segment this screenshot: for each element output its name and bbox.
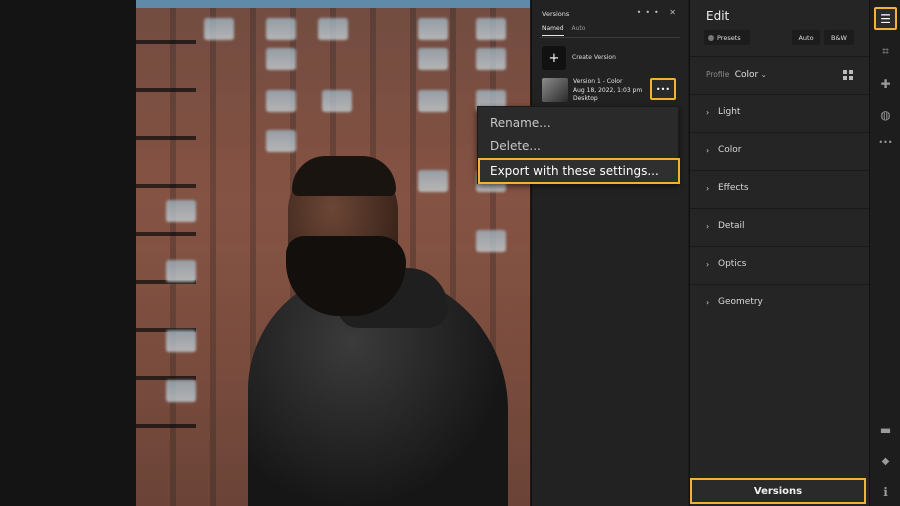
comment-icon[interactable]: ▬ (874, 418, 897, 441)
building-window (166, 330, 196, 352)
section-label: Optics (718, 259, 747, 269)
bw-button[interactable]: B&W (824, 30, 854, 45)
left-gutter (0, 0, 136, 506)
section-geometry[interactable]: › Geometry (690, 284, 870, 322)
version-context-menu: Rename... Delete... Export with these se… (477, 106, 680, 184)
menu-item-export-with-settings[interactable]: Export with these settings... (478, 158, 680, 184)
version-name: Version 1 - Color (573, 78, 623, 85)
info-icon[interactable]: ℹ (874, 480, 897, 503)
version-date: Aug 18, 2022, 1:03 pm (573, 86, 643, 94)
versions-panel: Versions ••• ✕ Named Auto + Create Versi… (531, 0, 688, 506)
section-optics[interactable]: › Optics (690, 246, 870, 284)
create-version-button[interactable]: + (542, 46, 566, 70)
version-thumbnail[interactable] (542, 78, 568, 102)
chevron-right-icon: › (706, 108, 710, 117)
building-window (476, 18, 506, 40)
building-window (166, 260, 196, 282)
building-window (322, 90, 352, 112)
edit-divider (690, 56, 869, 57)
building-window (166, 380, 196, 402)
presets-icon (708, 34, 714, 41)
auto-button[interactable]: Auto (792, 30, 820, 45)
versions-button[interactable]: Versions (690, 478, 866, 504)
menu-item-rename[interactable]: Rename... (490, 116, 551, 130)
building-window (204, 18, 234, 40)
chevron-right-icon: › (706, 260, 710, 269)
building-window (318, 18, 348, 40)
building-window (266, 18, 296, 40)
tab-auto[interactable]: Auto (572, 25, 586, 36)
chevron-right-icon: › (706, 184, 710, 193)
section-effects[interactable]: › Effects (690, 170, 870, 208)
profile-value: Color (734, 70, 759, 80)
versions-panel-title: Versions (542, 10, 570, 18)
tab-named[interactable]: Named (542, 25, 564, 36)
section-detail[interactable]: › Detail (690, 208, 870, 246)
section-label: Effects (718, 183, 749, 193)
version-more-button[interactable]: ••• (650, 78, 676, 100)
masking-icon[interactable]: ◍ (874, 103, 897, 126)
presets-label: Presets (717, 33, 741, 42)
create-version-label[interactable]: Create Version (572, 54, 616, 61)
building-window (166, 200, 196, 222)
section-label: Geometry (718, 297, 763, 307)
sky-strip (136, 0, 530, 8)
section-label: Light (718, 107, 741, 117)
photo-canvas[interactable] (136, 0, 530, 506)
subject-hair (292, 156, 396, 196)
building-window (266, 90, 296, 112)
edit-sliders-icon[interactable]: ☰ (874, 7, 897, 30)
chevron-down-icon: ⌄ (760, 70, 767, 79)
menu-item-delete[interactable]: Delete... (490, 139, 541, 153)
healing-bandage-icon[interactable]: ✚ (874, 72, 897, 95)
plus-icon: + (548, 50, 560, 66)
chevron-right-icon: › (706, 298, 710, 307)
version-item[interactable]: Version 1 - Color Aug 18, 2022, 1:03 pm … (573, 78, 642, 104)
section-label: Detail (718, 221, 745, 231)
versions-divider (540, 37, 680, 38)
chevron-right-icon: › (706, 222, 710, 231)
versions-tabs: Named Auto (542, 25, 585, 36)
section-color[interactable]: › Color (690, 132, 870, 170)
building-window (476, 48, 506, 70)
portrait-subject (228, 150, 528, 506)
building-window (418, 18, 448, 40)
presets-button[interactable]: Presets (704, 30, 750, 45)
profile-label: Profile (706, 70, 730, 79)
profile-selector[interactable]: Profile Color ⌄ (706, 70, 767, 80)
building-window (266, 130, 296, 152)
more-horizontal-icon: ••• (655, 84, 671, 94)
section-light[interactable]: › Light (690, 94, 870, 132)
edit-panel-title: Edit (706, 9, 730, 23)
versions-panel-header-icons[interactable]: ••• ✕ (637, 8, 680, 17)
more-icon[interactable]: ••• (874, 131, 897, 154)
profile-browser-icon[interactable] (843, 70, 853, 80)
version-source: Desktop (573, 95, 598, 102)
crop-icon[interactable]: ⌗ (874, 40, 897, 63)
building-window (418, 48, 448, 70)
section-label: Color (718, 145, 742, 155)
edit-panel: Edit Presets Auto B&W Profile Color ⌄ › … (689, 0, 870, 506)
chevron-right-icon: › (706, 146, 710, 155)
tag-icon[interactable]: ◆ (874, 450, 897, 473)
building-window (266, 48, 296, 70)
building-window (418, 90, 448, 112)
right-toolbar: ☰ ⌗ ✚ ◍ ••• ▬ ◆ ℹ (869, 0, 900, 506)
